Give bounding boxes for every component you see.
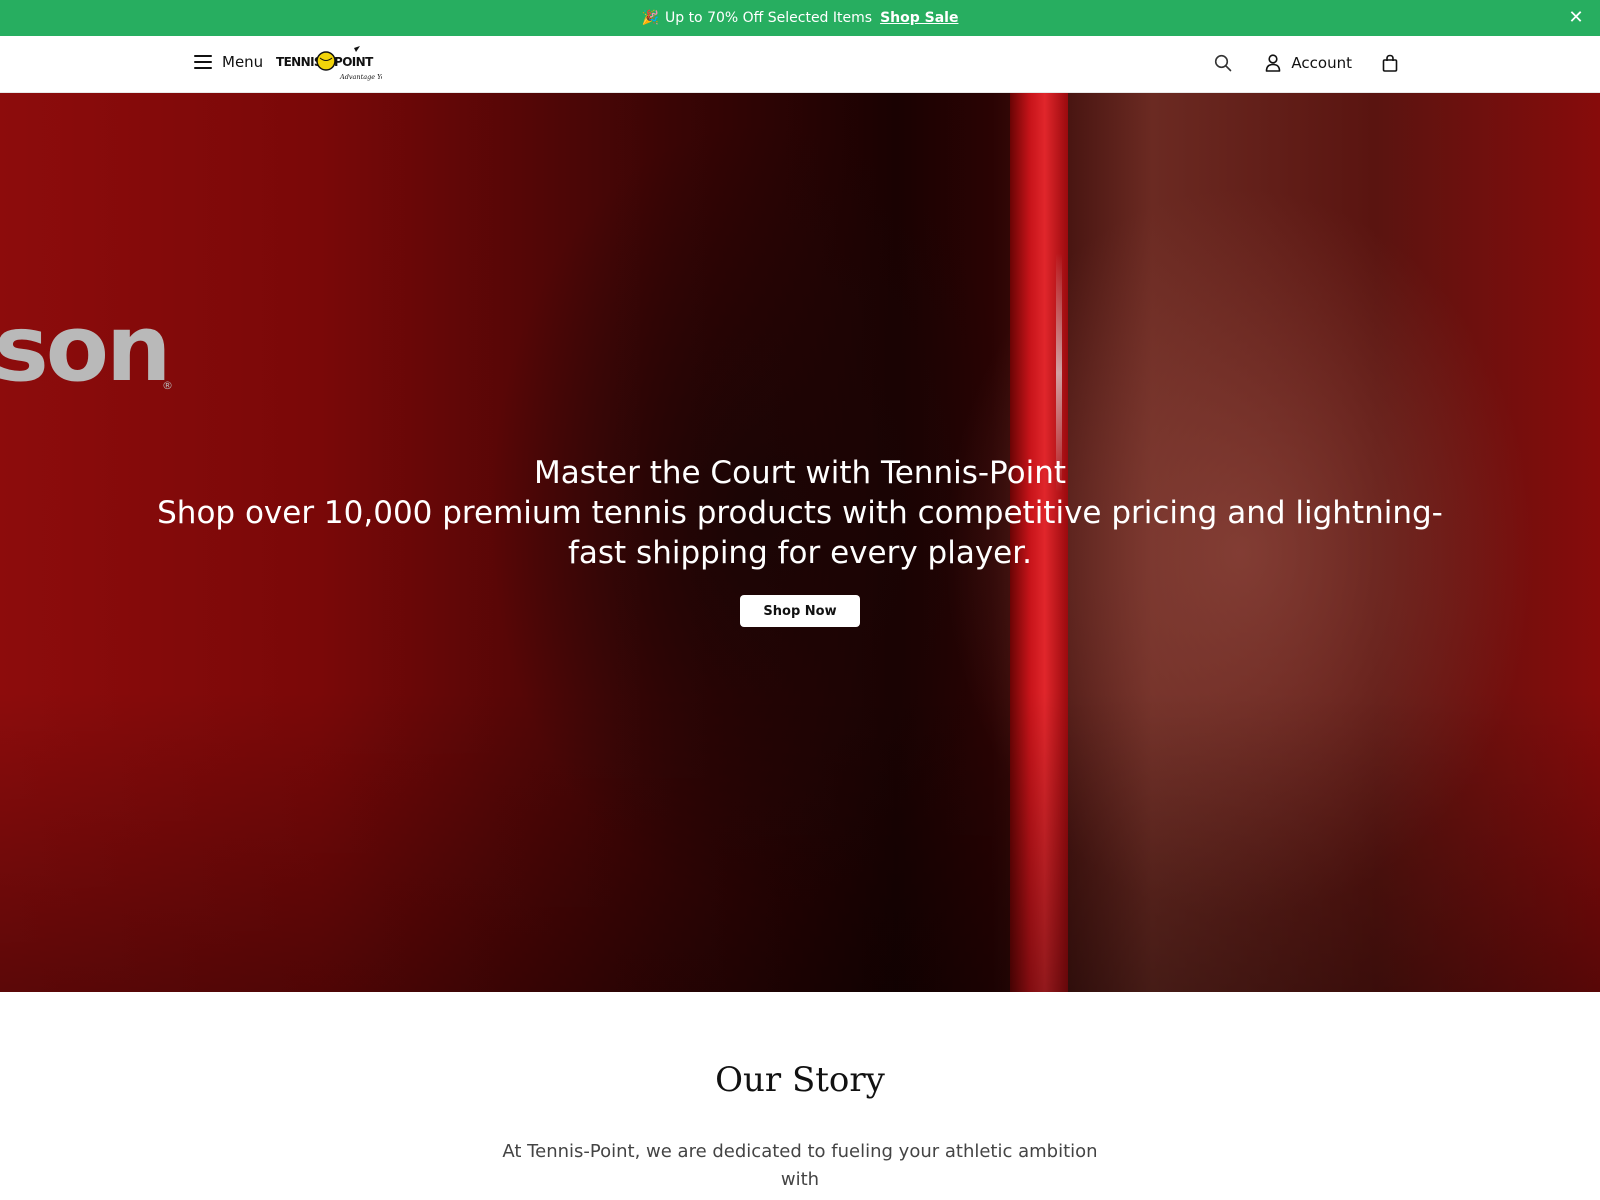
account-label: Account [1291, 54, 1352, 72]
menu-label: Menu [222, 53, 264, 71]
announcement-bar: 🎉 Up to 70% Off Selected Items Shop Sale… [0, 0, 1600, 36]
svg-text:Advantage You: Advantage You [339, 73, 382, 81]
shopping-bag-icon[interactable] [1378, 51, 1402, 75]
hamburger-icon [194, 55, 212, 69]
story-heading: Our Story [715, 1060, 885, 1100]
our-story-section: Our Story At Tennis-Point, we are dedica… [0, 1060, 1600, 1194]
hero-subtitle: Shop over 10,000 premium tennis products… [157, 495, 1443, 571]
shop-sale-link[interactable]: Shop Sale [880, 10, 958, 26]
hero-brand-reg: ® [162, 379, 173, 392]
story-body: At Tennis-Point, we are dedicated to fue… [502, 1141, 1098, 1190]
site-header: Menu TENNIS POINT Advantage You Account [0, 36, 1600, 93]
close-icon[interactable]: ✕ [1566, 8, 1586, 28]
svg-text:TENNIS: TENNIS [276, 55, 322, 69]
hero-shade [0, 692, 1600, 992]
shop-now-button[interactable]: Shop Now [740, 595, 860, 627]
hero-title: Master the Court with Tennis-Point [533, 455, 1067, 491]
user-icon [1261, 51, 1285, 75]
tennis-point-logo[interactable]: TENNIS POINT Advantage You [276, 46, 382, 82]
header-actions: Account [1211, 51, 1402, 75]
menu-button[interactable]: Menu [194, 53, 263, 71]
hero-brand-text: son [0, 295, 171, 402]
hero-banner: son ® Master the Court with Tennis-Point… [0, 93, 1600, 992]
party-icon: 🎉 [641, 10, 659, 26]
account-button[interactable]: Account [1261, 51, 1352, 75]
svg-text:POINT: POINT [334, 55, 374, 69]
announcement-text: Up to 70% Off Selected Items [664, 10, 873, 26]
search-icon[interactable] [1211, 51, 1235, 75]
hero-copy: Master the Court with Tennis-Point Shop … [0, 453, 1600, 627]
